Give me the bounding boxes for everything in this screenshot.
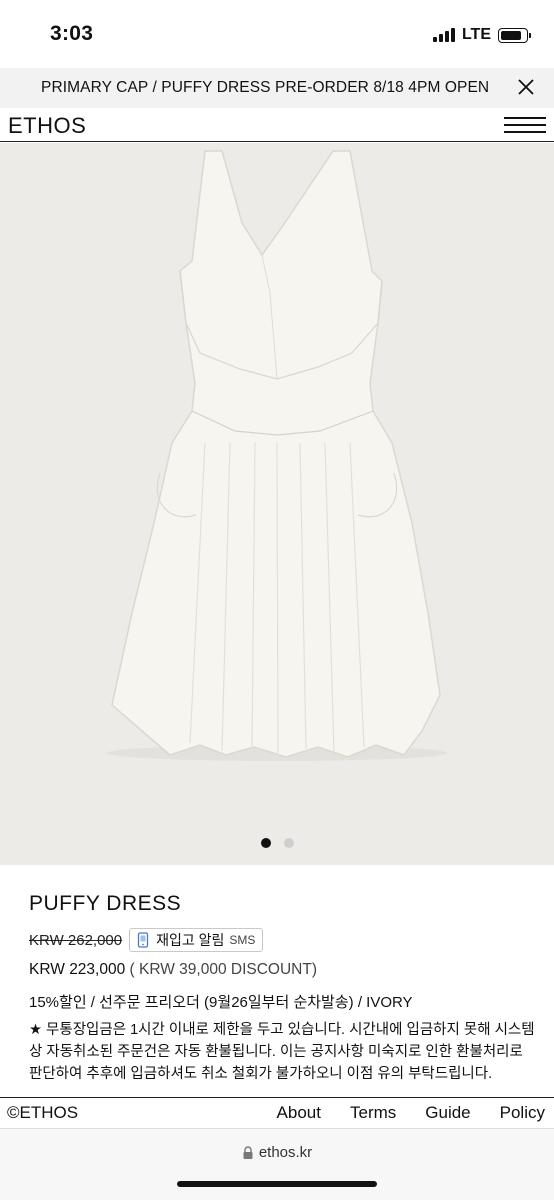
home-indicator[interactable] (177, 1181, 377, 1187)
signal-icon (432, 28, 455, 42)
site-footer: ©ETHOS About Terms Guide Policy (0, 1097, 554, 1129)
carousel-dot[interactable] (260, 838, 271, 848)
carousel-dots (0, 838, 554, 848)
product-name: PUFFY DRESS (29, 892, 182, 915)
current-price-row: KRW 223,000 ( KRW 39,000 DISCOUNT) (29, 961, 317, 979)
address-field[interactable]: ethos.kr (0, 1144, 554, 1161)
hamburger-menu-icon[interactable] (504, 117, 546, 134)
discount-amount: ( KRW 39,000 DISCOUNT) (129, 961, 318, 978)
footer-link-about[interactable]: About (277, 1103, 321, 1123)
footer-links: About Terms Guide Policy (277, 1103, 545, 1123)
site-header: ETHOS (0, 108, 554, 142)
footer-link-policy[interactable]: Policy (500, 1103, 545, 1123)
restock-alert-button[interactable]: 재입고 알림 SMS (129, 928, 264, 952)
carousel-dot[interactable] (283, 838, 294, 848)
product-image[interactable] (0, 143, 554, 865)
phone-icon (137, 932, 149, 948)
restock-sms: SMS (229, 933, 256, 947)
battery-icon (498, 27, 531, 43)
url-text: ethos.kr (258, 1144, 313, 1161)
price-row: KRW 262,000 재입고 알림 SMS (29, 928, 264, 952)
product-gallery[interactable] (0, 143, 554, 865)
announcement-text[interactable]: PRIMARY CAP / PUFFY DRESS PRE-ORDER 8/18… (41, 79, 489, 97)
payment-notice: ★ 무통장입금은 1시간 이내로 제한을 두고 있습니다. 시간내에 입금하지 … (29, 1022, 535, 1082)
close-icon[interactable] (516, 77, 536, 97)
status-bar: 3:03 LTE (0, 0, 554, 68)
restock-label: 재입고 알림 (156, 932, 225, 948)
lock-icon (243, 1145, 253, 1159)
site-logo[interactable]: ETHOS (8, 113, 86, 139)
browser-address-bar: ethos.kr (0, 1129, 554, 1200)
footer-link-guide[interactable]: Guide (425, 1103, 470, 1123)
discount-note: 15%할인 / 선주문 프리오더 (9월26일부터 순차발송) / IVORY (29, 994, 413, 1011)
copyright: ©ETHOS (7, 1103, 79, 1122)
announcement-bar: PRIMARY CAP / PUFFY DRESS PRE-ORDER 8/18… (0, 68, 554, 108)
original-price: KRW 262,000 (29, 931, 123, 949)
status-time: 3:03 (50, 22, 94, 45)
footer-link-terms[interactable]: Terms (350, 1103, 396, 1123)
product-info: PUFFY DRESS KRW 262,000 재입고 알림 SMS KRW 2… (0, 865, 554, 1097)
status-icons: LTE (432, 26, 531, 44)
current-price: KRW 223,000 (29, 961, 126, 978)
network-type: LTE (461, 26, 491, 43)
